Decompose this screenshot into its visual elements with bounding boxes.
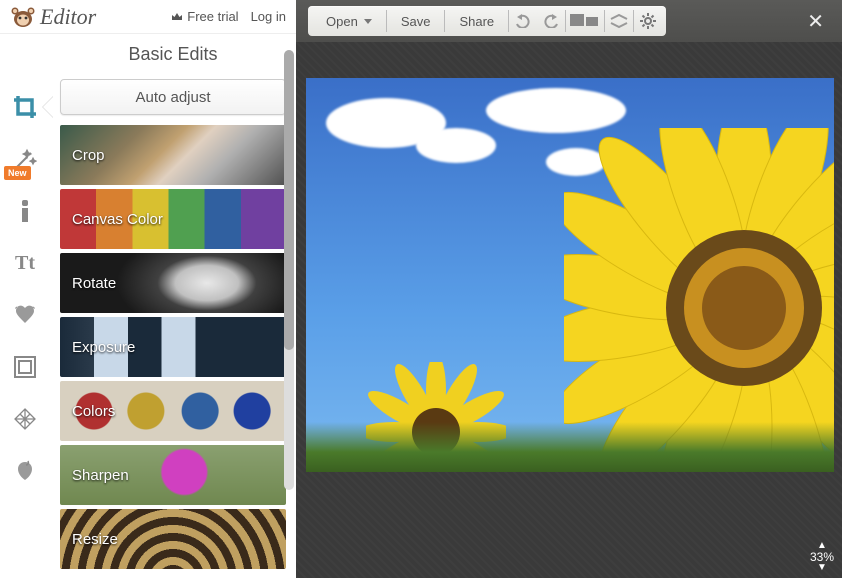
monkey-icon (10, 6, 36, 28)
edit-label: Exposure (72, 339, 135, 356)
app-name: Editor (40, 4, 96, 30)
edit-label: Canvas Color (72, 211, 163, 228)
save-label: Save (401, 14, 431, 29)
edit-label: Crop (72, 147, 105, 164)
undo-button[interactable] (509, 6, 537, 36)
close-button[interactable]: ✕ (801, 9, 830, 34)
panel-title: Basic Edits (50, 34, 296, 79)
panel-scrollbar[interactable] (284, 50, 294, 490)
left-pane: Editor Free trial Log in New (0, 0, 296, 578)
layers-button[interactable] (605, 6, 633, 36)
zoom-indicator: ▲ 33% ▼ (810, 542, 834, 572)
edit-label: Sharpen (72, 467, 129, 484)
open-label: Open (326, 14, 358, 29)
themes-tool-icon[interactable] (10, 456, 40, 486)
login-link[interactable]: Log in (251, 9, 286, 24)
edit-panel: Basic Edits Auto adjust Crop Canvas Colo… (50, 34, 296, 578)
chevron-down-icon (364, 19, 372, 24)
edit-list: Crop Canvas Color Rotate Exposure Colors… (50, 121, 296, 578)
edit-colors[interactable]: Colors (60, 381, 286, 441)
edit-exposure[interactable]: Exposure (60, 317, 286, 377)
edit-label: Colors (72, 403, 115, 420)
edit-label: Rotate (72, 275, 116, 292)
open-button[interactable]: Open (312, 6, 386, 36)
touchup-tool-icon[interactable] (10, 196, 40, 226)
zoom-out-button[interactable]: ▼ (817, 564, 827, 572)
logo[interactable]: Editor (10, 4, 96, 30)
image-size-button[interactable] (566, 6, 604, 36)
text-tool-icon[interactable]: Tt (10, 248, 40, 278)
zoom-in-button[interactable]: ▲ (817, 542, 827, 550)
edit-canvas-color[interactable]: Canvas Color (60, 189, 286, 249)
save-button[interactable]: Save (387, 6, 445, 36)
free-trial-link[interactable]: Free trial (171, 9, 238, 24)
crown-icon (171, 11, 183, 23)
canvas-image[interactable] (306, 78, 834, 472)
frames-tool-icon[interactable] (10, 352, 40, 382)
redo-button[interactable] (537, 6, 565, 36)
share-label: Share (459, 14, 494, 29)
edit-resize[interactable]: Resize (60, 509, 286, 569)
gear-icon (639, 12, 657, 30)
share-button[interactable]: Share (445, 6, 508, 36)
overlays-tool-icon[interactable] (10, 300, 40, 330)
edit-label: Resize (72, 531, 118, 548)
effects-tool-icon[interactable]: New (10, 144, 40, 174)
edit-sharpen[interactable]: Sharpen (60, 445, 286, 505)
crop-tool-icon[interactable] (10, 92, 40, 122)
new-badge: New (4, 166, 31, 180)
textures-tool-icon[interactable] (10, 404, 40, 434)
auto-adjust-button[interactable]: Auto adjust (60, 79, 286, 115)
app-header: Editor Free trial Log in (0, 0, 296, 34)
canvas-area: ▲ 33% ▼ (296, 42, 842, 578)
right-pane: Open Save Share ✕ (296, 0, 842, 578)
tool-icon-strip: New Tt (0, 34, 50, 578)
login-label: Log in (251, 9, 286, 24)
settings-button[interactable] (634, 6, 662, 36)
scrollbar-thumb[interactable] (284, 50, 294, 350)
free-trial-label: Free trial (187, 9, 238, 24)
edit-rotate[interactable]: Rotate (60, 253, 286, 313)
top-toolbar: Open Save Share ✕ (296, 0, 842, 42)
edit-crop[interactable]: Crop (60, 125, 286, 185)
